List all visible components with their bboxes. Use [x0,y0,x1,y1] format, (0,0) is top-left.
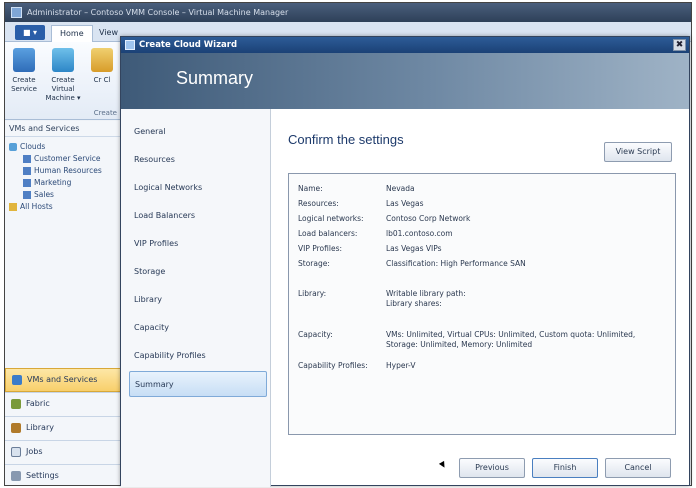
create-cloud-label: Cr Cl [93,76,111,84]
settings-summary: Name: Nevada Resources: Las Vegas Logical … [288,173,676,435]
step-vip-profiles[interactable]: VIP Profiles [129,231,267,257]
step-resources[interactable]: Resources [129,147,267,173]
create-service-button[interactable]: Create Service [7,46,41,106]
tree-item-marketing[interactable]: Marketing [5,177,124,189]
cloud-icon [23,179,31,187]
step-load-balancers[interactable]: Load Balancers [129,203,267,229]
tree-item-customer-service[interactable]: Customer Service [5,153,124,165]
tree-item-all-hosts[interactable]: All Hosts [5,201,124,213]
ribbon-group-label: Create [93,109,117,117]
view-script-button[interactable]: View Script [604,142,672,162]
settings-icon [11,470,21,481]
step-general[interactable]: General [129,119,267,145]
ribbon: Create Service Create Virtual Machine ▾ … [5,42,125,120]
workspace-settings[interactable]: Settings [5,464,124,485]
workspace-list: VMs and Services Fabric Library Jobs Set… [5,368,124,485]
cancel-button[interactable]: Cancel [605,458,671,478]
file-menu-button[interactable]: ■ ▾ [15,25,45,40]
app-icon [11,7,22,18]
cloud-folder-icon [9,143,17,151]
wizard-steps: General Resources Logical Networks Load … [121,109,271,487]
close-icon[interactable]: ✖ [673,39,686,51]
cloud-icon [23,191,31,199]
create-vm-button[interactable]: Create Virtual Machine ▾ [43,46,83,106]
navigation-pane: VMs and Services Clouds Customer Service… [5,121,125,485]
service-icon [13,48,35,72]
step-capacity[interactable]: Capacity [129,315,267,341]
step-summary[interactable]: Summary [129,371,267,397]
fabric-icon [11,398,21,409]
step-storage[interactable]: Storage [129,259,267,285]
wizard-titlebar: Create Cloud Wizard ✖ [121,37,689,53]
library-icon [11,422,21,433]
create-cloud-button[interactable]: Cr Cl [87,46,117,106]
workspace-vms-and-services[interactable]: VMs and Services [5,368,124,392]
os-window-title: Administrator – Contoso VMM Console – Vi… [27,8,289,17]
page-title: Summary [176,68,254,88]
step-library[interactable]: Library [129,287,267,313]
cloud-icon [23,167,31,175]
cloud-icon [91,48,113,72]
wizard-app-icon [125,40,135,50]
step-logical-networks[interactable]: Logical Networks [129,175,267,201]
vm-icon [52,48,74,72]
create-vm-label: Create Virtual Machine ▾ [45,76,81,102]
os-titlebar: Administrator – Contoso VMM Console – Vi… [5,3,691,22]
wizard-title: Create Cloud Wizard [139,40,238,50]
create-service-label: Create Service [11,76,37,93]
wizard-banner: Summary [121,53,689,109]
nav-header: VMs and Services [5,121,124,137]
finish-button[interactable]: Finish [532,458,598,478]
tab-home[interactable]: Home [51,25,93,42]
cloud-icon [23,155,31,163]
confirm-title: Confirm the settings [288,132,404,147]
nav-tree: Clouds Customer Service Human Resources … [5,137,124,213]
workspace-fabric[interactable]: Fabric [5,392,124,416]
jobs-icon [11,446,21,457]
host-group-icon [9,203,17,211]
wizard-content: Confirm the settings View Script Name: Ne… [271,109,689,485]
tree-item-sales[interactable]: Sales [5,189,124,201]
previous-button[interactable]: Previous [459,458,525,478]
create-cloud-wizard: Create Cloud Wizard ✖ Summary General Re… [120,36,690,487]
tree-item-human-resources[interactable]: Human Resources [5,165,124,177]
workspace-jobs[interactable]: Jobs [5,440,124,464]
vms-services-icon [12,374,22,385]
tree-item-clouds[interactable]: Clouds [5,141,124,153]
workspace-library[interactable]: Library [5,416,124,440]
step-capability-profiles[interactable]: Capability Profiles [129,343,267,369]
